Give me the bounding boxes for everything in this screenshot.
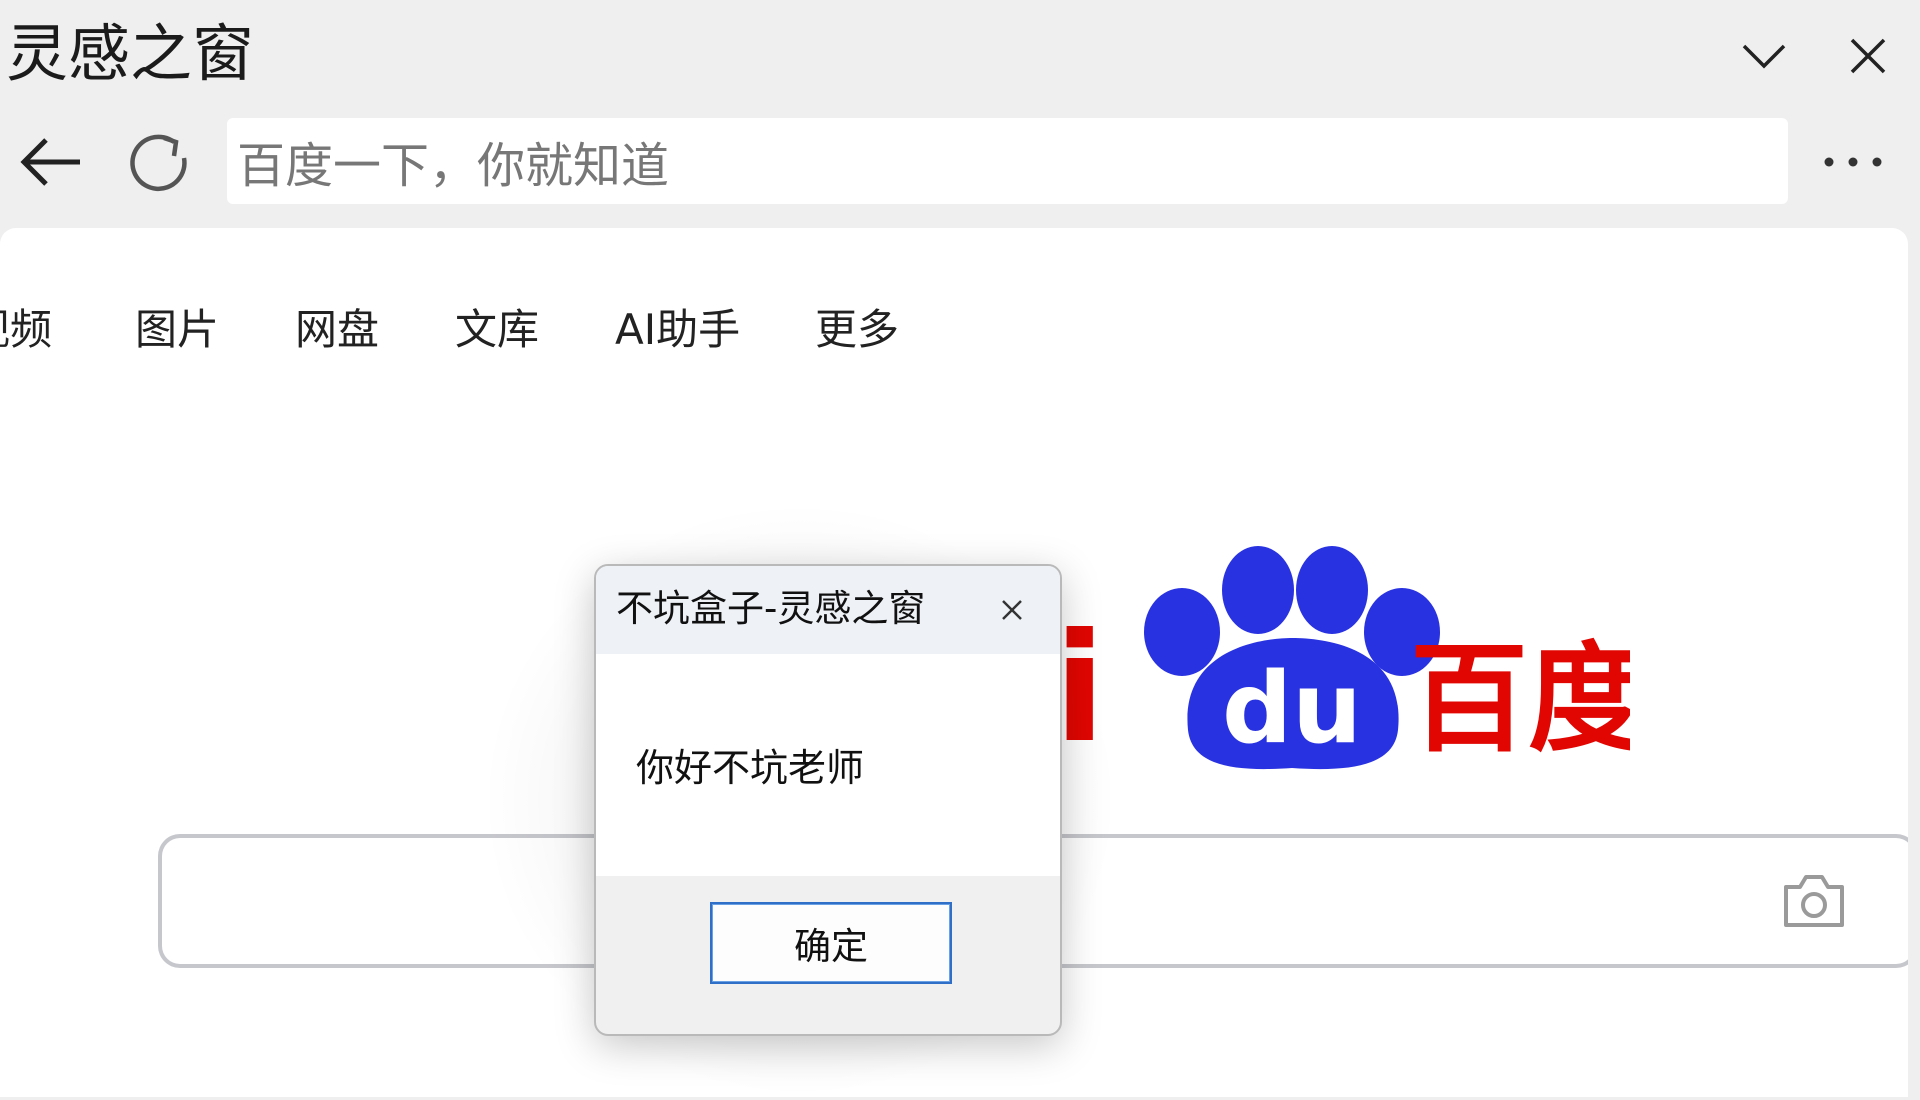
tab-netdisk[interactable]: 网盘 — [295, 300, 379, 360]
message-dialog: 不坑盒子-灵感之窗 你好不坑老师 确定 — [594, 564, 1062, 1036]
dialog-message: 你好不坑老师 — [636, 746, 865, 790]
logo-du-text: du — [1222, 652, 1362, 766]
dialog-title: 不坑盒子-灵感之窗 — [616, 587, 926, 630]
more-button[interactable] — [1818, 140, 1888, 184]
tab-ai-assistant[interactable]: AI助手 — [615, 300, 740, 360]
close-icon — [1002, 600, 1022, 620]
back-button[interactable] — [16, 126, 88, 198]
logo-cn-text: 百度 — [1410, 630, 1630, 768]
tab-more[interactable]: 更多 — [815, 300, 899, 360]
close-icon — [1850, 38, 1886, 74]
arrow-left-icon — [20, 138, 80, 186]
dialog-close-button[interactable] — [990, 588, 1034, 632]
refresh-button[interactable] — [124, 126, 196, 198]
collapse-button[interactable] — [1738, 30, 1790, 82]
chevron-down-icon — [1742, 44, 1786, 69]
tab-wenku[interactable]: 文库 — [455, 300, 539, 360]
address-bar[interactable]: 百度一下，你就知道 — [227, 118, 1788, 204]
tab-video[interactable]: 视频 — [0, 300, 52, 360]
image-search-button[interactable] — [1780, 871, 1848, 931]
tab-images[interactable]: 图片 — [135, 300, 219, 360]
window-title: 灵感之窗 — [6, 17, 255, 90]
window-close-button[interactable] — [1842, 30, 1894, 82]
address-text: 百度一下，你就知道 — [237, 138, 670, 194]
refresh-icon — [130, 134, 187, 192]
more-horizontal-icon — [1824, 157, 1882, 167]
ok-button[interactable]: 确定 — [710, 902, 952, 984]
camera-icon — [1784, 875, 1844, 927]
